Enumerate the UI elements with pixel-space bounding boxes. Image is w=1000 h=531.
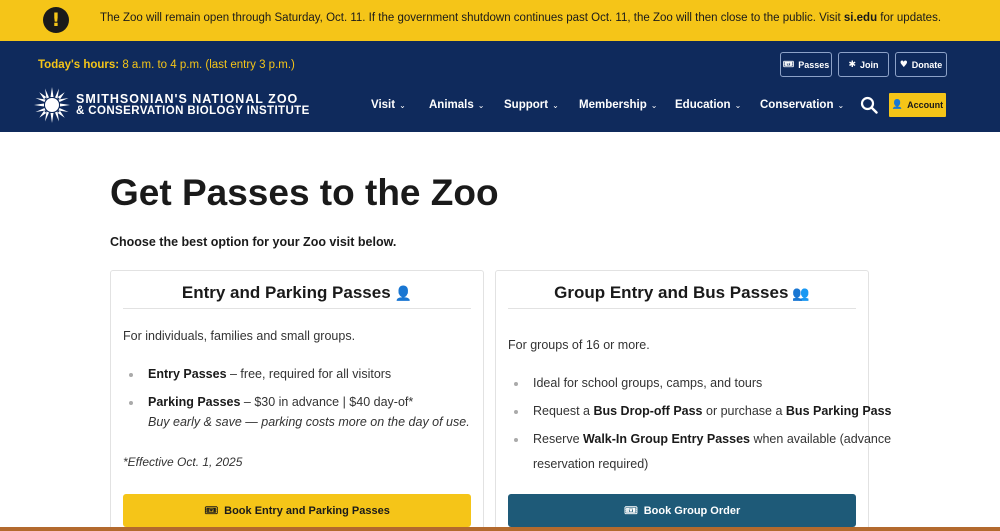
alert-banner: ! The Zoo will remain open through Satur… [0,0,1000,41]
nav-animals[interactable]: Animals ⌄ [429,99,484,111]
card-description: For groups of 16 or more. [508,338,650,352]
site-logo[interactable]: SMITHSONIAN'S NATIONAL ZOO & CONSERVATIO… [34,87,310,123]
logo-line-2: & CONSERVATION BIOLOGY INSTITUTE [76,105,310,117]
nav-education[interactable]: Education ⌄ [675,99,741,111]
nav-visit-label: Visit [371,99,396,111]
nav-conservation[interactable]: Conservation ⌄ [760,99,844,111]
group-icon: 👥 [792,286,810,302]
logo-wordmark: SMITHSONIAN'S NATIONAL ZOO & CONSERVATIO… [76,93,310,117]
book-entry-parking-button[interactable]: 🎟 Book Entry and Parking Passes [123,494,471,527]
nav-support[interactable]: Support ⌄ [504,99,559,111]
hours-value: 8 a.m. to 4 p.m. (last entry 3 p.m.) [119,59,295,71]
logo-line-1: SMITHSONIAN'S NATIONAL ZOO [76,92,299,106]
book-entry-parking-label: Book Entry and Parking Passes [224,504,390,517]
exclamation-icon: ! [43,7,69,33]
todays-hours: Today's hours: 8 a.m. to 4 p.m. (last en… [38,59,295,71]
alert-text: The Zoo will remain open through Saturda… [100,12,941,24]
list-item: Request a Bus Drop-off Pass or purchase … [514,397,892,425]
book-group-order-button[interactable]: 🎟 Book Group Order [508,494,856,527]
nav-support-label: Support [504,99,549,111]
ticket-icon: 🎟 [204,504,219,517]
entry-passes-detail: – free, required for all visitors [226,367,392,381]
paw-icon: ✱ [848,59,857,70]
card-title: Entry and Parking Passes 👤 [123,283,471,309]
chevron-down-icon: ⌄ [552,101,559,110]
list-item: Entry Passes – free, required for all vi… [129,360,470,388]
ticket-icon: 🎟 [623,504,638,517]
passes-label: Passes [798,59,830,70]
group-item-text: Ideal for school groups, camps, and tour… [533,376,763,390]
chevron-down-icon: ⌄ [650,101,658,110]
search-icon[interactable] [860,96,878,114]
nav-education-label: Education [675,99,731,111]
list-item: Ideal for school groups, camps, and tour… [514,369,892,397]
bottom-image-strip [0,527,1000,531]
nav-conservation-label: Conservation [760,99,834,111]
account-label: Account [907,100,944,110]
card-list: Ideal for school groups, camps, and tour… [514,369,892,475]
page-intro: Choose the best option for your Zoo visi… [110,235,397,249]
parking-passes-label: Parking Passes [148,395,241,409]
group-bus-card: Group Entry and Bus Passes 👥 For groups o… [495,270,892,531]
card-title-text: Group Entry and Bus Passes [554,283,789,302]
group-item-text: when available (advance [749,432,892,446]
sun-logo-icon [34,87,70,123]
group-item-text: or purchase a [702,404,786,418]
join-label: Join [860,59,879,70]
entry-parking-card: Entry and Parking Passes 👤 For individual… [110,270,484,531]
nav-visit[interactable]: Visit ⌄ [371,99,406,111]
chevron-down-icon: ⌄ [477,101,485,110]
group-item-text: Reserve [533,432,584,446]
alert-link[interactable]: si.edu [844,12,877,24]
alert-message: The Zoo will remain open through Saturda… [100,12,844,24]
bus-parking-pass-label: Bus Parking Pass [785,404,892,418]
group-item-text: Request a [533,404,594,418]
bus-dropoff-pass-label: Bus Drop-off Pass [593,404,703,418]
hours-label: Today's hours: [38,59,120,71]
list-item: Parking Passes – $30 in advance | $40 da… [129,388,470,430]
chevron-down-icon: ⌄ [837,101,845,110]
group-item-text: reservation required) [533,457,649,471]
account-button[interactable]: 👤 Account [889,93,946,117]
effective-note: *Effective Oct. 1, 2025 [123,455,243,469]
chevron-down-icon: ⌄ [399,101,406,110]
donate-button[interactable]: ♥ Donate [895,52,947,77]
chevron-down-icon: ⌄ [734,101,742,110]
user-icon: 👤 [891,100,904,110]
nav-membership-label: Membership [579,99,647,111]
ticket-icon: 🎟 [782,59,795,70]
parking-passes-detail: – $30 in advance | $40 day-of* [240,395,414,409]
card-title: Group Entry and Bus Passes 👥 [508,283,856,309]
card-list: Entry Passes – free, required for all vi… [129,360,470,430]
alert-message-end: for updates. [877,12,942,24]
list-item: Reserve Walk-In Group Entry Passes when … [514,425,892,475]
site-header: Today's hours: 8 a.m. to 4 p.m. (last en… [0,41,1000,132]
donate-label: Donate [911,59,943,70]
page-title: Get Passes to the Zoo [110,172,499,213]
join-button[interactable]: ✱ Join [838,52,889,77]
parking-tip: Buy early & save — parking costs more on… [148,415,470,429]
nav-animals-label: Animals [429,99,474,111]
nav-membership[interactable]: Membership ⌄ [579,99,657,111]
card-description: For individuals, families and small grou… [123,329,356,343]
passes-button[interactable]: 🎟 Passes [780,52,832,77]
walk-in-group-label: Walk-In Group Entry Passes [583,432,750,446]
card-title-text: Entry and Parking Passes [181,283,391,302]
person-icon: 👤 [394,286,413,302]
book-group-order-label: Book Group Order [643,504,741,517]
heart-icon: ♥ [899,59,908,70]
entry-passes-label: Entry Passes [148,367,227,381]
